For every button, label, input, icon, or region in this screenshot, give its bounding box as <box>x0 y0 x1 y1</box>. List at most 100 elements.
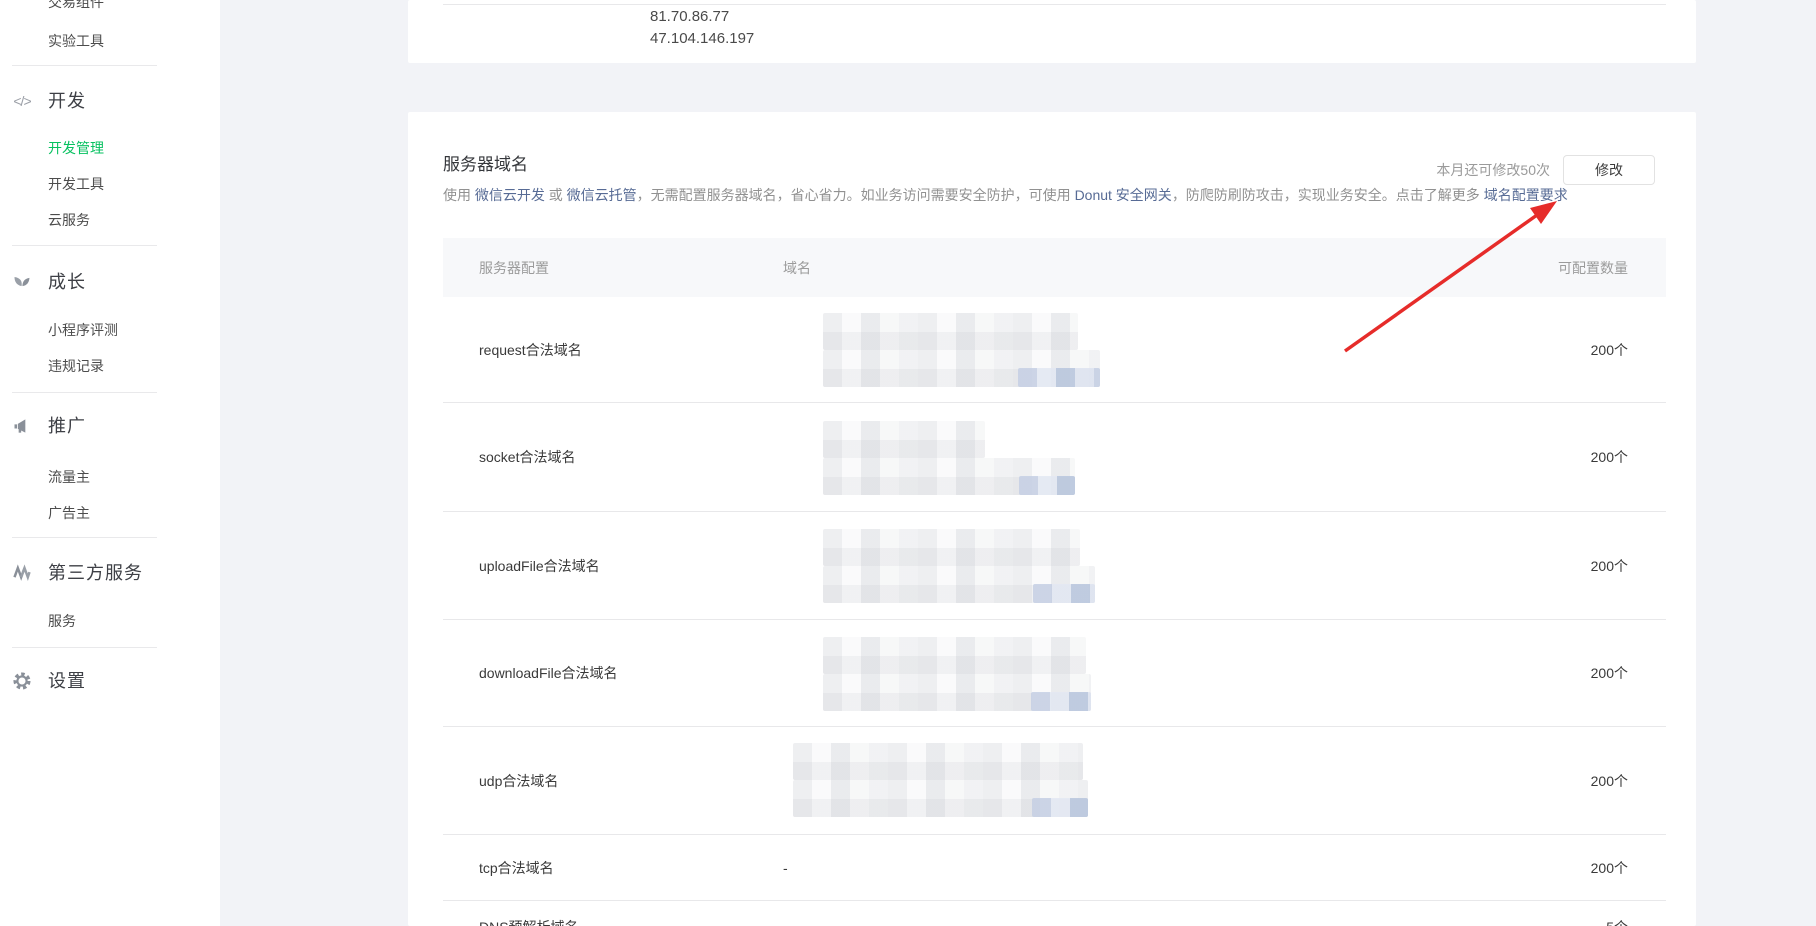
quota-remaining-text: 本月还可修改50次 <box>1436 160 1550 180</box>
sidebar-label: 交易组件 <box>48 0 104 13</box>
sidebar-divider <box>12 647 157 648</box>
donut-gateway-link[interactable]: Donut 安全网关 <box>1075 187 1172 203</box>
sidebar-item-违规记录[interactable]: 违规记录 <box>0 355 220 377</box>
sidebar-item-广告主[interactable]: 广告主 <box>0 502 220 524</box>
sidebar-label: 流量主 <box>48 466 90 488</box>
sidebar-item-开发管理[interactable]: 开发管理 <box>0 137 220 159</box>
row-label: tcp合法域名 <box>443 858 783 878</box>
sidebar-divider <box>12 392 157 393</box>
table-row: socket合法域名 200个 <box>443 403 1666 512</box>
sidebar-divider <box>12 65 157 66</box>
sidebar-label: 违规记录 <box>48 355 104 377</box>
domain-config-requirements-link[interactable]: 域名配置要求 <box>1484 187 1568 203</box>
sidebar-section-第三方服务[interactable]: 第三方服务 <box>0 562 220 584</box>
code-icon: </> <box>10 90 34 112</box>
sidebar-label: 云服务 <box>48 209 90 231</box>
ip-address: 81.70.86.77 <box>650 6 754 28</box>
count-cell: 5个 <box>1498 901 1666 926</box>
sidebar-section-开发[interactable]: </> 开发 <box>0 90 220 112</box>
server-domain-card: 服务器域名 本月还可修改50次 修改 使用 微信云开发 或 微信云托管，无需配置… <box>408 112 1696 926</box>
sidebar-item-实验工具[interactable]: 实验工具 <box>0 30 220 52</box>
count-cell: 200个 <box>1498 771 1666 791</box>
description-segment: ，防爬防刷防攻击，实现业务安全。点击了解更多 <box>1172 187 1484 203</box>
gear-icon <box>10 670 34 692</box>
sidebar-nav: 交易组件实验工具 </> 开发开发管理开发工具云服务成长小程序评测违规记录推广流量主… <box>0 0 220 926</box>
sidebar-label: 推广 <box>48 415 86 437</box>
blurred-domain-text <box>793 743 1083 780</box>
row-label: udp合法域名 <box>443 771 783 791</box>
row-label: downloadFile合法域名 <box>443 663 783 683</box>
sidebar-label: 开发工具 <box>48 173 104 195</box>
sidebar-item-开发工具[interactable]: 开发工具 <box>0 173 220 195</box>
sidebar-label: 实验工具 <box>48 30 104 52</box>
sidebar-section-推广[interactable]: 推广 <box>0 415 220 437</box>
domain-table: 服务器配置 域名 可配置数量 request合法域名200个socket合法域名… <box>443 238 1666 926</box>
blurred-link-text <box>1032 798 1088 817</box>
sprout-icon <box>10 271 34 293</box>
blurred-link-text <box>1033 584 1095 603</box>
sidebar-item-云服务[interactable]: 云服务 <box>0 209 220 231</box>
sidebar-label: 第三方服务 <box>48 562 143 584</box>
blurred-link-text <box>1031 692 1091 711</box>
blurred-domain-text <box>793 780 1088 817</box>
col-header-server-config: 服务器配置 <box>443 258 783 278</box>
sidebar-divider <box>12 245 157 246</box>
table-row: DNS预解析域名 5个 <box>443 901 1666 926</box>
sidebar-label: 设置 <box>48 670 86 692</box>
blurred-domain-text <box>823 458 1075 495</box>
sidebar-label: 小程序评测 <box>48 319 118 341</box>
table-header-row: 服务器配置 域名 可配置数量 <box>443 238 1666 297</box>
ip-address: 47.104.146.197 <box>650 28 754 50</box>
row-label: socket合法域名 <box>443 447 783 467</box>
sidebar-label: 服务 <box>48 610 76 632</box>
blurred-link-text <box>1019 476 1075 495</box>
third-party-icon <box>10 562 34 584</box>
sidebar-section-设置[interactable]: 设置 <box>0 670 220 692</box>
weixin-cloud-dev-link[interactable]: 微信云开发 <box>475 187 545 203</box>
table-row: downloadFile合法域名 200个 <box>443 620 1666 727</box>
count-cell: 200个 <box>1498 556 1666 576</box>
blurred-domain-text <box>823 674 1091 711</box>
blurred-domain-text <box>823 566 1095 603</box>
sidebar-label: 成长 <box>48 271 86 293</box>
sidebar-item-流量主[interactable]: 流量主 <box>0 466 220 488</box>
blurred-domain-text <box>823 529 1080 566</box>
sidebar-item-小程序评测[interactable]: 小程序评测 <box>0 319 220 341</box>
ip-list-card: 81.70.86.77 47.104.146.197 <box>408 0 1696 63</box>
weixin-cloud-hosting-link[interactable]: 微信云托管 <box>567 187 637 203</box>
row-label: request合法域名 <box>443 340 783 360</box>
blurred-domain-text <box>823 350 1100 387</box>
description-segment: 或 <box>545 187 567 203</box>
table-row: tcp合法域名-200个 <box>443 835 1666 901</box>
sidebar-label: 开发管理 <box>48 137 104 159</box>
sidebar-divider <box>12 537 157 538</box>
description-text: 使用 微信云开发 或 微信云托管，无需配置服务器域名，省心省力。如业务访问需要安… <box>443 185 1568 205</box>
blurred-domain-text <box>823 637 1086 674</box>
description-segment: 使用 <box>443 187 475 203</box>
sidebar-section-成长[interactable]: 成长 <box>0 271 220 293</box>
blurred-link-text <box>1018 368 1100 387</box>
description-segment: ，无需配置服务器域名，省心省力。如业务访问需要安全防护，可使用 <box>637 187 1075 203</box>
section-title: 服务器域名 <box>443 150 528 175</box>
count-cell: 200个 <box>1498 340 1666 360</box>
col-header-configurable-count: 可配置数量 <box>1498 258 1666 278</box>
table-row: udp合法域名 200个 <box>443 727 1666 835</box>
megaphone-icon <box>10 415 34 437</box>
row-label: uploadFile合法域名 <box>443 556 783 576</box>
row-divider <box>443 4 1666 5</box>
table-row: request合法域名 200个 <box>443 297 1666 403</box>
count-cell: 200个 <box>1498 858 1666 878</box>
domain-cell: - <box>783 860 1498 876</box>
sidebar-item-交易组件[interactable]: 交易组件 <box>0 0 220 13</box>
sidebar-label: 开发 <box>48 90 86 112</box>
blurred-domain-text <box>823 421 985 458</box>
table-row: uploadFile合法域名 200个 <box>443 512 1666 620</box>
count-cell: 200个 <box>1498 663 1666 683</box>
sidebar-item-服务[interactable]: 服务 <box>0 610 220 632</box>
sidebar-label: 广告主 <box>48 502 90 524</box>
count-cell: 200个 <box>1498 447 1666 467</box>
row-label: DNS预解析域名 <box>443 901 783 926</box>
modify-button[interactable]: 修改 <box>1563 155 1655 185</box>
col-header-domain: 域名 <box>783 258 1498 278</box>
blurred-domain-text <box>823 313 1078 350</box>
